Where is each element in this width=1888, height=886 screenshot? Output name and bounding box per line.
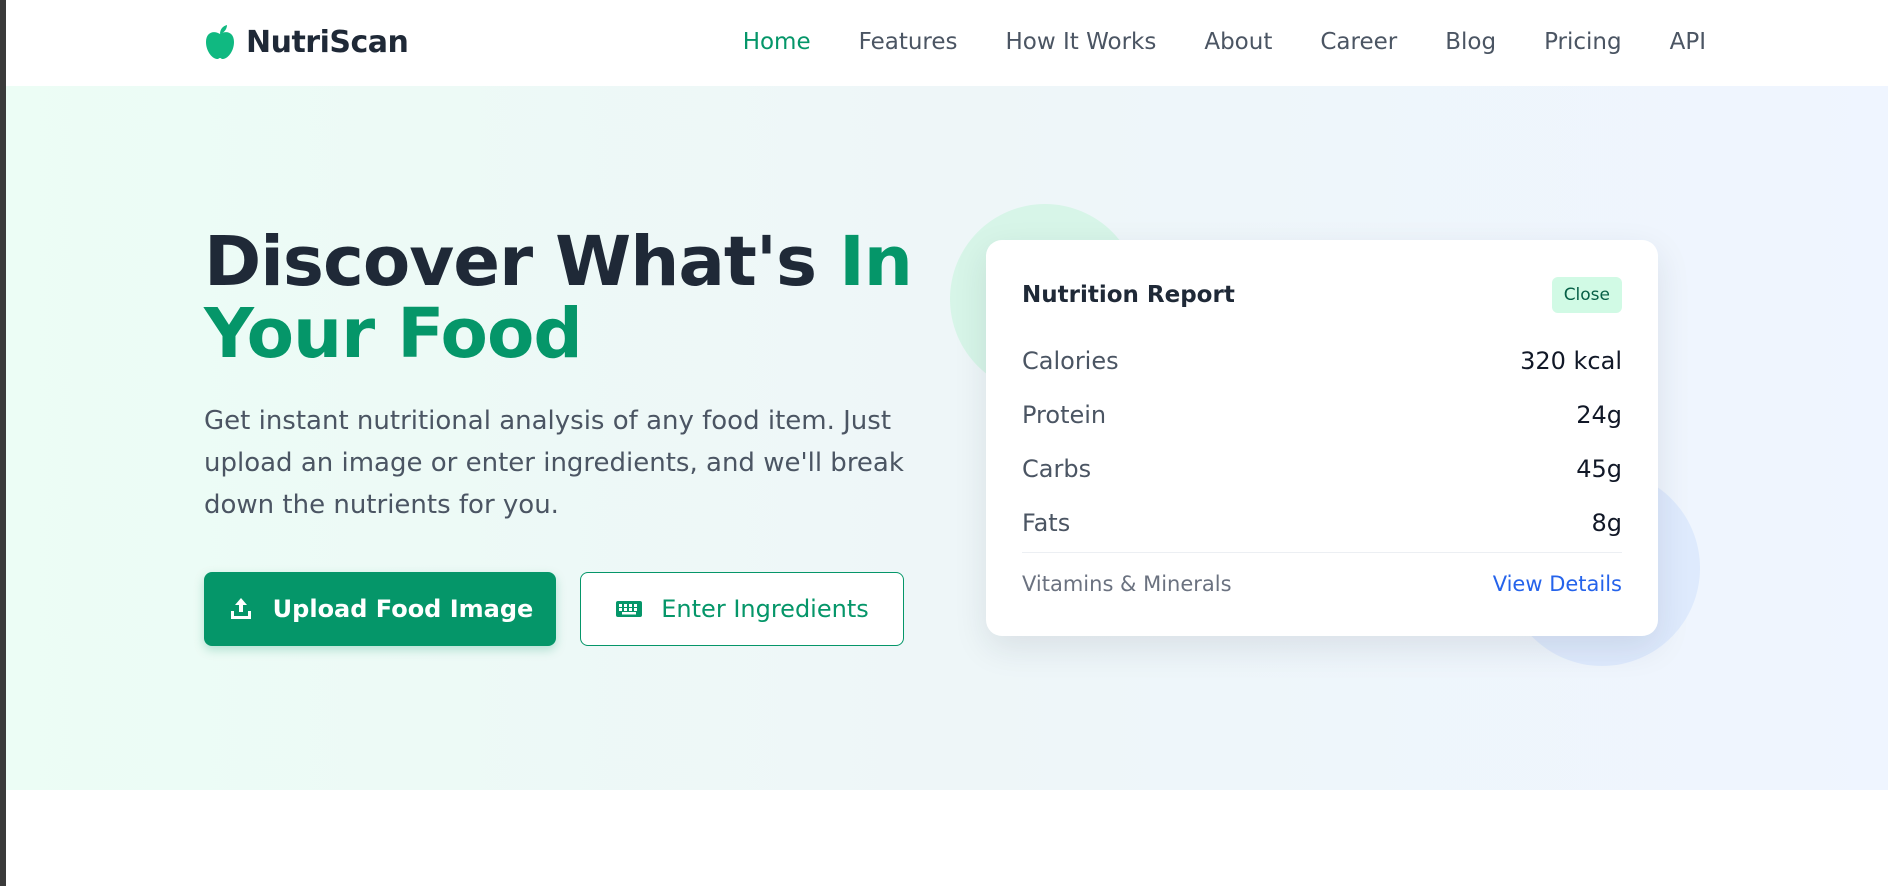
nutrient-row-carbs: Carbs 45g: [1022, 442, 1622, 496]
vitamins-minerals-label: Vitamins & Minerals: [1022, 572, 1232, 596]
nutrient-value: 8g: [1591, 509, 1622, 537]
nav-item-api[interactable]: API: [1670, 29, 1706, 55]
nutrition-report-card: Nutrition Report Close Calories 320 kcal…: [986, 240, 1658, 636]
hero-description: Get instant nutritional analysis of any …: [204, 406, 904, 520]
view-details-link[interactable]: View Details: [1493, 572, 1622, 596]
hero-title: Discover What's In Your Food: [204, 226, 964, 370]
nav-item-features[interactable]: Features: [859, 29, 958, 55]
nutrient-value: 320 kcal: [1520, 347, 1622, 375]
card-title: Nutrition Report: [1022, 282, 1235, 308]
nutrient-row-fats: Fats 8g: [1022, 496, 1622, 550]
main-nav: Home Features How It Works About Career …: [743, 22, 1706, 62]
upload-icon: [230, 598, 251, 619]
nutrient-label: Calories: [1022, 347, 1119, 375]
nutrient-row-protein: Protein 24g: [1022, 388, 1622, 442]
hero-section: Discover What's In Your Food Get instant …: [6, 86, 1888, 790]
nav-item-career[interactable]: Career: [1320, 29, 1397, 55]
card-header: Nutrition Report Close: [1022, 276, 1622, 314]
enter-ingredients-button[interactable]: Enter Ingredients: [580, 572, 904, 646]
close-button[interactable]: Close: [1551, 277, 1622, 313]
nutrient-value: 24g: [1576, 401, 1622, 429]
hero-title-accent-line2: Your Food: [204, 294, 583, 374]
upload-food-image-label: Upload Food Image: [272, 595, 534, 623]
nav-item-how-it-works[interactable]: How It Works: [1006, 29, 1157, 55]
nutrient-list: Calories 320 kcal Protein 24g Carbs 45g …: [1022, 334, 1622, 550]
keyboard-icon: [616, 601, 643, 617]
site-header: NutriScan Home Features How It Works Abo…: [6, 0, 1888, 86]
nutrient-row-calories: Calories 320 kcal: [1022, 334, 1622, 388]
brand-logo[interactable]: NutriScan: [204, 18, 409, 66]
nav-item-pricing[interactable]: Pricing: [1544, 29, 1622, 55]
hero-title-main: Discover What's: [204, 222, 840, 302]
upload-food-image-button[interactable]: Upload Food Image: [204, 572, 556, 646]
brand-name: NutriScan: [246, 24, 409, 60]
nutrient-value: 45g: [1576, 455, 1622, 483]
card-footer: Vitamins & Minerals View Details: [1022, 564, 1622, 604]
enter-ingredients-label: Enter Ingredients: [661, 595, 869, 623]
nutrient-label: Protein: [1022, 401, 1107, 429]
apple-icon: [206, 25, 234, 59]
nav-item-blog[interactable]: Blog: [1445, 29, 1496, 55]
hero-title-accent: In: [839, 222, 913, 302]
nav-item-home[interactable]: Home: [743, 29, 811, 55]
card-divider: [1022, 552, 1622, 553]
nav-item-about[interactable]: About: [1204, 29, 1272, 55]
nutrient-label: Fats: [1022, 509, 1071, 537]
nutrient-label: Carbs: [1022, 455, 1092, 483]
page: NutriScan Home Features How It Works Abo…: [6, 0, 1888, 886]
